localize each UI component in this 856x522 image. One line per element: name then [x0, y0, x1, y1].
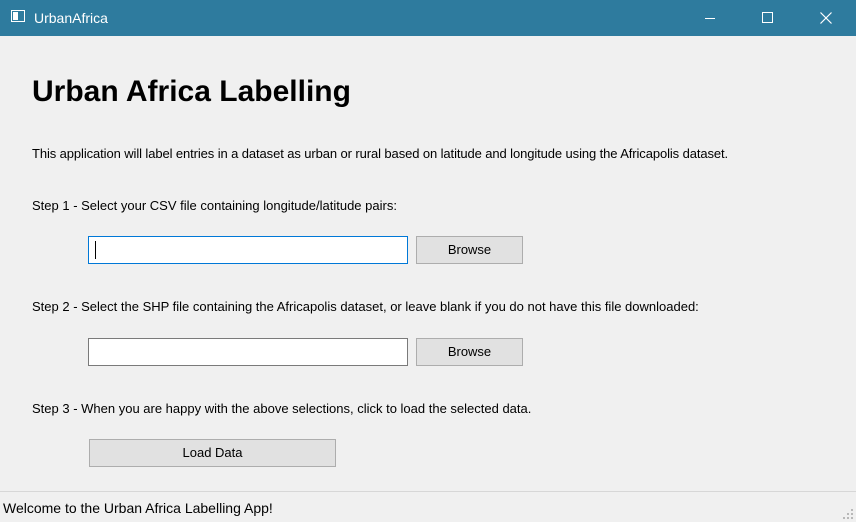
step1-label: Step 1 - Select your CSV file containing…: [32, 198, 397, 213]
load-data-button[interactable]: Load Data: [89, 439, 336, 467]
title-bar[interactable]: UrbanAfrica: [0, 0, 856, 36]
browse-shp-button[interactable]: Browse: [416, 338, 523, 366]
browse-csv-button[interactable]: Browse: [416, 236, 523, 264]
app-window-icon: [11, 10, 25, 22]
step3-label: Step 3 - When you are happy with the abo…: [32, 401, 532, 416]
close-icon: [820, 12, 832, 24]
csv-file-input[interactable]: [88, 236, 408, 264]
status-bar: Welcome to the Urban Africa Labelling Ap…: [0, 491, 856, 522]
window-title: UrbanAfrica: [34, 10, 108, 26]
page-title: Urban Africa Labelling: [32, 75, 351, 108]
minimize-icon: [705, 18, 715, 19]
close-button[interactable]: [797, 0, 855, 36]
maximize-icon: [762, 12, 773, 23]
minimize-button[interactable]: [681, 0, 739, 36]
app-description: This application will label entries in a…: [32, 146, 729, 161]
resize-grip-icon[interactable]: [842, 508, 854, 520]
shp-file-input[interactable]: [88, 338, 408, 366]
status-message: Welcome to the Urban Africa Labelling Ap…: [3, 500, 273, 516]
text-caret: [95, 241, 96, 259]
maximize-button[interactable]: [739, 0, 797, 36]
step2-label: Step 2 - Select the SHP file containing …: [32, 299, 699, 314]
